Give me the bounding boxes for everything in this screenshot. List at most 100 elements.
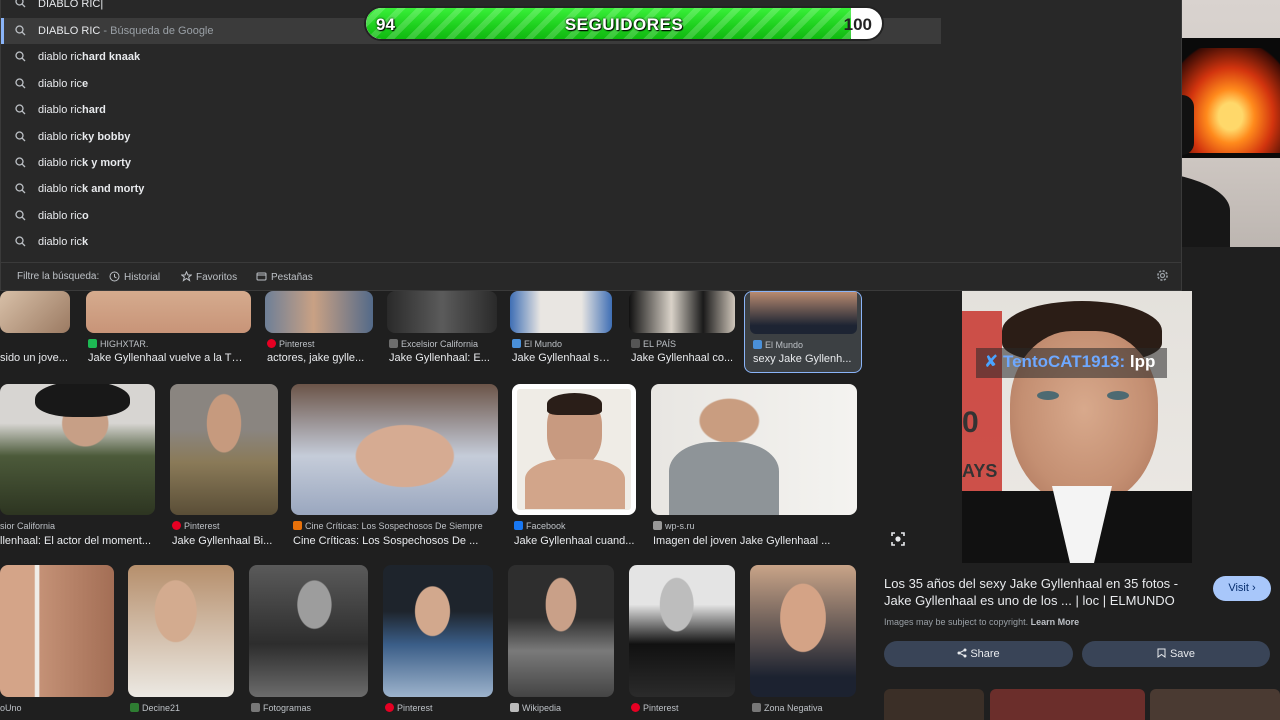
image-result[interactable]: Decine21: [128, 565, 236, 720]
image-result[interactable]: sior California llenhaal: El actor del m…: [0, 384, 157, 554]
suggestion-item[interactable]: diablo rick and morty: [1, 176, 941, 202]
result-thumbnail[interactable]: [0, 291, 70, 333]
result-source: EL PAÍS: [631, 339, 735, 349]
bookmark-icon: [1157, 648, 1166, 658]
preview-image[interactable]: 0 AYS: [962, 291, 1192, 563]
copyright-notice: Images may be subject to copyright. Lear…: [884, 617, 1080, 627]
result-thumbnail[interactable]: [291, 384, 498, 515]
result-caption: sido un jove...: [0, 352, 68, 364]
result-thumbnail[interactable]: [750, 292, 857, 334]
image-result[interactable]: wp-s.ru Imagen del joven Jake Gyllenhaal…: [651, 384, 858, 554]
image-result[interactable]: Cine Críticas: Los Sospechosos De Siempr…: [291, 384, 499, 554]
image-result[interactable]: Excelsior California Jake Gyllenhaal: E.…: [387, 291, 499, 371]
result-thumbnail[interactable]: [651, 384, 857, 515]
image-result[interactable]: Pinterest: [629, 565, 737, 720]
image-result[interactable]: EL PAÍS Jake Gyllenhaal co...: [629, 291, 737, 371]
result-caption: Jake Gyllenhaal se...: [512, 352, 612, 364]
goal-target: 100: [843, 15, 872, 34]
goal-label: SEGUIDORES: [564, 15, 684, 34]
preview-title[interactable]: Los 35 años del sexy Jake Gyllenhaal en …: [884, 575, 1204, 609]
result-thumbnail[interactable]: [249, 565, 368, 697]
goal-current: 94: [376, 15, 395, 34]
filter-tabs[interactable]: Pestañas: [256, 271, 313, 283]
filter-favorites[interactable]: Favoritos: [180, 270, 237, 283]
lens-search-icon[interactable]: [890, 531, 906, 547]
follower-goal-bar: SEGUIDORES 94 100: [364, 6, 884, 41]
image-result[interactable]: Pinterest: [383, 565, 495, 720]
address-bar-text[interactable]: DIABLO RIC|: [38, 0, 103, 10]
result-source: Wikipedia: [510, 703, 614, 713]
search-icon: [15, 157, 26, 168]
suggestion-item[interactable]: diablo richard knaak: [1, 44, 941, 70]
image-result[interactable]: El Mundo Jake Gyllenhaal se...: [510, 291, 614, 371]
filter-history[interactable]: Historial: [109, 271, 160, 283]
related-thumbnail[interactable]: [1150, 689, 1280, 720]
result-thumbnail[interactable]: [265, 291, 373, 333]
result-thumbnail[interactable]: [0, 565, 114, 697]
result-thumbnail[interactable]: [508, 565, 614, 697]
suggestion-item[interactable]: diablo ricky bobby: [1, 124, 941, 150]
result-thumbnail[interactable]: [629, 565, 735, 697]
tabs-icon: [256, 272, 267, 281]
suggestion-item[interactable]: diablo rick: [1, 229, 941, 255]
address-bar-dropdown: DIABLO RIC| DIABLO RIC - Búsqueda de Goo…: [0, 0, 1182, 291]
result-thumbnail[interactable]: [750, 565, 856, 697]
suggestion-item[interactable]: diablo richard: [1, 97, 941, 123]
image-result[interactable]: oUno: [0, 565, 116, 720]
suggestion-item[interactable]: diablo rice: [1, 71, 941, 97]
image-result[interactable]: sido un jove...: [0, 291, 72, 371]
chat-username: TentoCAT1913:: [1002, 352, 1126, 371]
search-icon: [15, 78, 26, 89]
result-thumbnail[interactable]: [128, 565, 234, 697]
image-result[interactable]: Pinterest actores, jake gylle...: [265, 291, 375, 371]
image-result[interactable]: Wikipedia: [508, 565, 616, 720]
image-result[interactable]: Zona Negativa: [750, 565, 858, 720]
suggestion-item[interactable]: diablo rick y morty: [1, 150, 941, 176]
result-source: HIGHXTAR.: [88, 339, 248, 349]
result-thumbnail[interactable]: [387, 291, 497, 333]
result-thumbnail[interactable]: [510, 291, 612, 333]
result-caption: Imagen del joven Jake Gyllenhaal ...: [653, 535, 831, 547]
result-caption: Jake Gyllenhaal cuand...: [514, 535, 635, 547]
result-thumbnail[interactable]: [629, 291, 735, 333]
result-thumbnail[interactable]: [86, 291, 251, 333]
chat-text: lpp: [1129, 352, 1156, 371]
result-thumbnail[interactable]: [512, 384, 636, 515]
image-result[interactable]: Fotogramas: [249, 565, 370, 720]
related-thumbnail[interactable]: [884, 689, 984, 720]
search-icon: [15, 104, 26, 115]
suggestion-text: diablo rice: [38, 77, 89, 90]
gear-icon[interactable]: [1156, 269, 1169, 282]
related-images-strip: [884, 689, 1280, 720]
image-result-selected[interactable]: El Mundo sexy Jake Gyllenh...: [744, 291, 862, 373]
chat-badge-icon: ✘: [984, 352, 999, 371]
save-button[interactable]: Save: [1082, 641, 1270, 667]
result-source: Cine Críticas: Los Sospechosos De Siempr…: [293, 521, 497, 531]
star-icon: [180, 270, 193, 282]
result-thumbnail[interactable]: [0, 384, 155, 515]
result-caption: Jake Gyllenhaal Bi...: [172, 535, 273, 547]
stream-chat-message: ✘ TentoCAT1913: lpp: [976, 348, 1168, 378]
learn-more-link[interactable]: Learn More: [1031, 617, 1080, 627]
filter-label: Filtre la búsqueda:: [17, 271, 100, 282]
image-result[interactable]: HIGHXTAR. Jake Gyllenhaal vuelve a la TV…: [86, 291, 252, 371]
suggestion-item[interactable]: diablo rico: [1, 203, 941, 229]
result-caption: sexy Jake Gyllenh...: [753, 353, 852, 365]
result-source: Pinterest: [385, 703, 493, 713]
share-button[interactable]: Share: [884, 641, 1073, 667]
filter-bar: Filtre la búsqueda: Historial Favoritos …: [1, 262, 1181, 290]
result-thumbnail[interactable]: [383, 565, 493, 697]
visit-button[interactable]: Visit ›: [1213, 576, 1271, 601]
search-icon: [15, 210, 26, 221]
result-caption: Jake Gyllenhaal co...: [631, 352, 734, 364]
search-icon: [15, 51, 26, 62]
related-thumbnail[interactable]: [990, 689, 1145, 720]
image-result[interactable]: Pinterest Jake Gyllenhaal Bi...: [170, 384, 279, 554]
result-source: oUno: [0, 703, 22, 713]
result-source: Pinterest: [631, 703, 735, 713]
result-caption: Jake Gyllenhaal: E...: [389, 352, 490, 364]
image-result[interactable]: Facebook Jake Gyllenhaal cuand...: [512, 384, 638, 554]
result-source: Decine21: [130, 703, 234, 713]
result-thumbnail[interactable]: [170, 384, 278, 515]
result-source: El Mundo: [512, 339, 612, 349]
